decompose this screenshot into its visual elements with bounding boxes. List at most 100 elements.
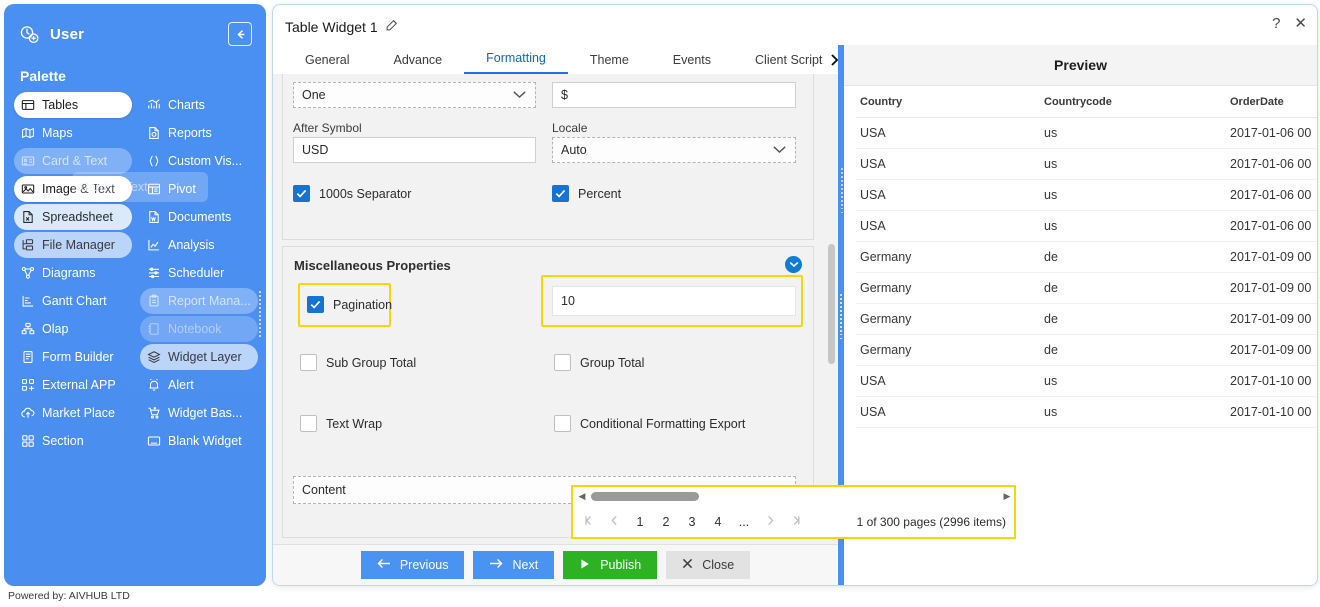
thousands-separator-checkbox[interactable] [293, 185, 310, 202]
table-row[interactable]: USA us 2017-01-06 00 [856, 148, 1317, 180]
palette-item-spreadsheet[interactable]: Spreadsheet [14, 204, 132, 230]
external-app-icon [22, 379, 34, 391]
tab-events[interactable]: Events [651, 53, 733, 74]
column-header-country[interactable]: Country [856, 85, 1040, 118]
table-row[interactable]: Germany de 2017-01-09 00 [856, 241, 1317, 273]
palette-item-report-manager[interactable]: Report Mana... [140, 288, 258, 314]
locale-select[interactable]: Auto [552, 137, 796, 163]
after-symbol-input[interactable]: USD [293, 137, 536, 163]
pager-last-button[interactable] [783, 514, 809, 530]
cell-countrycode: de [1040, 272, 1226, 304]
palette-item-custom-vis[interactable]: Custom Vis... [140, 148, 258, 174]
cell-country: Germany [856, 303, 1040, 335]
next-button-label: Next [512, 558, 539, 572]
palette-item-widget-basket[interactable]: Widget Bas... [140, 400, 258, 426]
tab-theme[interactable]: Theme [568, 53, 651, 74]
sub-group-total-row[interactable]: Sub Group Total [300, 354, 416, 371]
column-header-orderdate[interactable]: OrderDate [1226, 85, 1317, 118]
palette-item-tables[interactable]: Tables [14, 92, 132, 118]
table-row[interactable]: USA us 2017-01-06 00 [856, 179, 1317, 211]
palette-item-market-place[interactable]: Market Place [14, 400, 132, 426]
table-row[interactable]: Germany de 2017-01-09 00 [856, 334, 1317, 366]
conditional-formatting-export-checkbox[interactable] [554, 415, 571, 432]
table-row[interactable]: USA us 2017-01-06 00 [856, 210, 1317, 242]
pagination-checkbox[interactable] [307, 296, 324, 313]
publish-button[interactable]: Publish [563, 551, 658, 579]
table-row[interactable]: USA us 2017-01-10 00 [856, 396, 1317, 428]
palette-item-form-builder[interactable]: Form Builder [14, 344, 132, 370]
palette-item-image-and-text[interactable]: Image & Text [14, 176, 132, 202]
table-row[interactable]: USA us 2017-01-10 00 [856, 365, 1317, 397]
palette-item-alert[interactable]: Alert [140, 372, 258, 398]
page-size-input[interactable]: 10 [552, 286, 796, 316]
palette-item-gantt-chart[interactable]: Gantt Chart [14, 288, 132, 314]
palette-item-charts[interactable]: Charts [140, 92, 258, 118]
pager-next-button[interactable] [757, 514, 783, 530]
palette-item-label: Documents [168, 210, 232, 224]
form-scrollbar-thumb[interactable] [828, 244, 835, 364]
table-row[interactable]: Germany de 2017-01-09 00 [856, 303, 1317, 335]
pager-page-3[interactable]: 3 [679, 515, 705, 529]
conditional-formatting-export-label: Conditional Formatting Export [580, 416, 746, 431]
sub-group-total-checkbox[interactable] [300, 354, 317, 371]
percent-row[interactable]: Percent [552, 185, 621, 202]
palette-item-blank-widget[interactable]: Blank Widget [140, 428, 258, 454]
text-wrap-checkbox[interactable] [300, 415, 317, 432]
palette-item-widget-layer[interactable]: Widget Layer [140, 344, 258, 370]
palette-item-file-manager[interactable]: File Manager [14, 232, 132, 258]
help-icon[interactable]: ? [1272, 16, 1280, 31]
palette-item-diagrams[interactable]: Diagrams [14, 260, 132, 286]
tab-formatting[interactable]: Formatting [464, 51, 568, 74]
pager-page-1[interactable]: 1 [627, 515, 653, 529]
tab-advance[interactable]: Advance [371, 53, 464, 74]
group-total-row[interactable]: Group Total [554, 354, 644, 371]
pager-prev-button[interactable] [601, 514, 627, 530]
table-row[interactable]: USA us 2017-01-06 00 [856, 117, 1317, 149]
palette-item-notebook[interactable]: Notebook [140, 316, 258, 342]
percent-checkbox[interactable] [552, 185, 569, 202]
conditional-formatting-export-row[interactable]: Conditional Formatting Export [554, 415, 745, 432]
thousands-separator-row[interactable]: 1000s Separator [293, 185, 411, 202]
previous-button[interactable]: Previous [360, 551, 465, 579]
close-button[interactable]: Close [666, 551, 751, 579]
tab-general[interactable]: General [283, 53, 371, 74]
symbol-input[interactable]: $ [552, 82, 796, 108]
pager-ellipsis[interactable]: ... [731, 515, 757, 529]
palette-item-pivot[interactable]: Pivot [140, 176, 258, 202]
palette-item-maps[interactable]: Maps [14, 120, 132, 146]
palette-item-section[interactable]: Section [14, 428, 132, 454]
next-button[interactable]: Next [473, 551, 555, 579]
table-row[interactable]: Germany de 2017-01-09 00 [856, 272, 1317, 304]
column-header-countrycode[interactable]: Countrycode [1040, 85, 1226, 118]
palette-item-label: Reports [168, 126, 212, 140]
close-icon[interactable]: ✕ [1294, 16, 1307, 31]
pagination-row[interactable]: Pagination [307, 296, 392, 313]
group-total-checkbox[interactable] [554, 354, 571, 371]
palette-item-external-app[interactable]: External APP [14, 372, 132, 398]
cell-country: Germany [856, 272, 1040, 304]
palette-item-analysis[interactable]: Analysis [140, 232, 258, 258]
text-wrap-row[interactable]: Text Wrap [300, 415, 382, 432]
palette-item-card-and-text[interactable]: Card & Text [14, 148, 132, 174]
collapse-misc-section-button[interactable] [785, 256, 802, 273]
horizontal-scrollbar-thumb[interactable] [591, 492, 699, 501]
pager-page-2[interactable]: 2 [653, 515, 679, 529]
preview-resize-grip[interactable] [840, 167, 845, 214]
palette-item-documents[interactable]: Documents [140, 204, 258, 230]
format-type-select[interactable]: One [293, 82, 536, 108]
palette-item-olap[interactable]: Olap [14, 316, 132, 342]
palette-item-scheduler[interactable]: Scheduler [140, 260, 258, 286]
sidebar-resize-grip[interactable] [258, 290, 264, 337]
pencil-edit-icon[interactable] [385, 18, 399, 35]
pager-first-button[interactable] [575, 514, 601, 530]
palette-item-reports[interactable]: Reports [140, 120, 258, 146]
pager-page-4[interactable]: 4 [705, 515, 731, 529]
after-symbol-label: After Symbol [293, 121, 362, 135]
chart-icon [148, 99, 160, 109]
widget-settings-dialog: Table Widget 1 ? ✕ General Advance Forma… [272, 4, 1318, 586]
collapse-sidebar-button[interactable] [228, 22, 252, 46]
miscellaneous-properties-title: Miscellaneous Properties [294, 258, 451, 273]
horizontal-scrollbar[interactable]: ◀ ▶ [575, 489, 1014, 504]
scroll-right-icon[interactable]: ▶ [1000, 491, 1014, 502]
scroll-left-icon[interactable]: ◀ [575, 491, 589, 502]
